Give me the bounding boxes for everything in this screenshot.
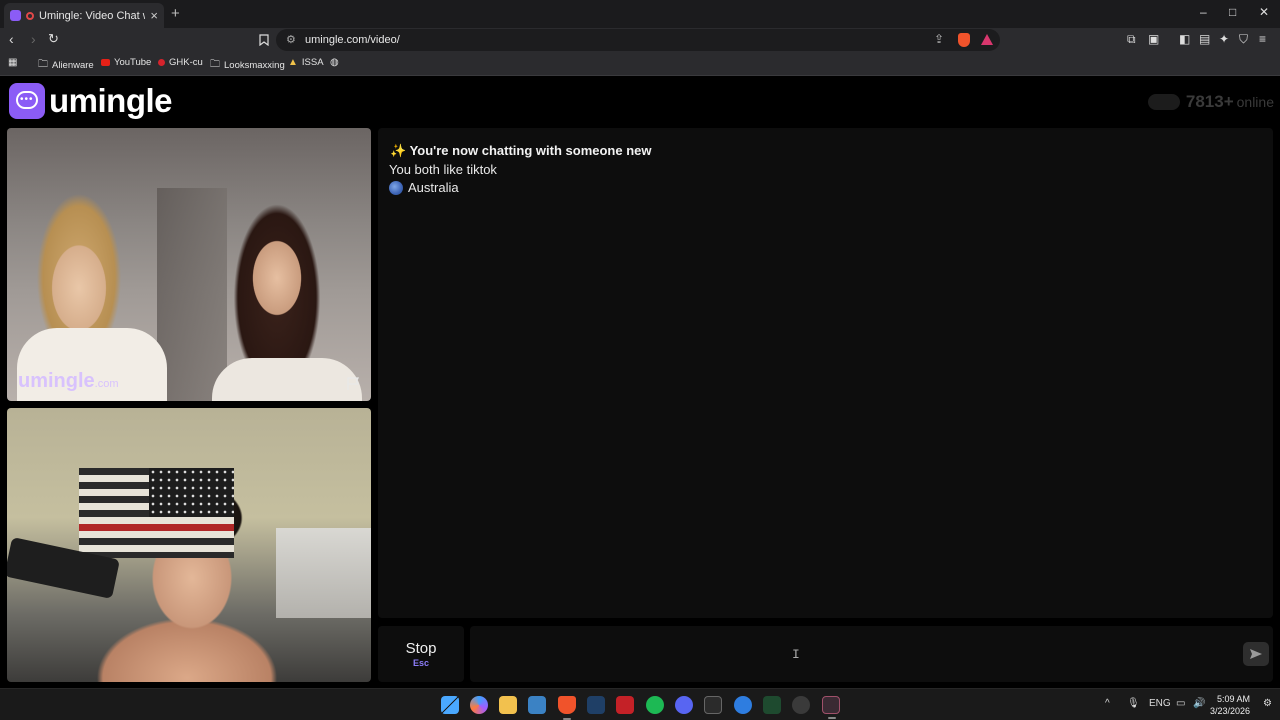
site-logo[interactable]: ••• umingle	[9, 82, 173, 120]
maximize-button[interactable]: □	[1229, 5, 1236, 19]
forward-icon[interactable]: ›	[31, 31, 36, 47]
share-icon[interactable]: ⇪	[934, 32, 944, 46]
new-tab-button[interactable]: +	[171, 5, 180, 22]
browser-tab-bar: Umingle: Video Chat with Str × + – □ ✕	[0, 0, 1280, 28]
steam-icon[interactable]	[587, 696, 605, 714]
url-text[interactable]: umingle.com/video/	[305, 34, 400, 46]
online-count: 7813+	[1185, 92, 1234, 111]
tab-search-icon[interactable]: ▣	[1148, 32, 1159, 46]
epic-games-icon[interactable]	[704, 696, 722, 714]
online-label: online	[1236, 94, 1274, 110]
remote-video: umingle.com	[7, 128, 371, 401]
red-dot-icon	[158, 59, 165, 66]
close-window-button[interactable]: ✕	[1259, 5, 1269, 19]
discord-icon[interactable]	[675, 696, 693, 714]
red-app-icon[interactable]	[616, 696, 634, 714]
blue-app-icon[interactable]	[734, 696, 752, 714]
logo-text: umingle	[49, 82, 173, 119]
start-icon[interactable]	[441, 696, 459, 714]
send-arrow-icon	[1250, 649, 1262, 659]
folder-icon: 🗀	[210, 59, 220, 70]
report-flag-icon[interactable]	[346, 377, 362, 391]
bookmark-label: ISSA	[301, 57, 324, 68]
stop-button[interactable]: Stop Esc	[378, 626, 464, 682]
bookmark-globe[interactable]: ◍	[330, 57, 339, 68]
system-message: ✨ You're now chatting with someone new	[390, 143, 652, 158]
background-flag-image	[79, 468, 234, 558]
obs-icon[interactable]	[792, 696, 810, 714]
message-input[interactable]	[470, 626, 1273, 682]
bookmark-ghk-cu[interactable]: GHK-cu	[158, 57, 203, 68]
bookmark-youtube[interactable]: YouTube	[101, 57, 151, 68]
folder-icon: 🗀	[38, 59, 48, 70]
bookmarks-bar: ▦ 🗀 Alienware YouTube GHK-cu 🗀 Looksmaxxin…	[0, 52, 1280, 76]
bookmark-label: Alienware	[52, 60, 94, 71]
minimize-button[interactable]: –	[1200, 5, 1207, 19]
volume-icon[interactable]: 🔊	[1193, 698, 1205, 709]
bookmark-issa[interactable]: ▲ ISSA	[288, 57, 324, 68]
extensions-icon[interactable]: ⧉	[1127, 32, 1136, 47]
local-video	[7, 408, 371, 682]
vpn-icon[interactable]: ⛉	[1239, 32, 1248, 47]
bookmark-label: Looksmaxxing	[224, 60, 285, 71]
globe-icon	[389, 180, 403, 195]
notification-icon[interactable]: ⚙	[1263, 698, 1272, 709]
tray-overflow-icon[interactable]: ^	[1105, 698, 1110, 709]
file-explorer-icon[interactable]	[499, 696, 517, 714]
reload-icon[interactable]: ↻	[48, 31, 59, 47]
bookmark-label: YouTube	[114, 57, 152, 68]
back-icon[interactable]: ‹	[9, 31, 14, 47]
brave-shields-icon[interactable]	[958, 33, 970, 47]
address-bar[interactable]: ⚙ umingle.com/video/ ⇪	[276, 29, 1000, 51]
bookmark-label: GHK-cu	[169, 57, 203, 68]
video-watermark: umingle.com	[18, 370, 119, 392]
network-icon[interactable]: ▭	[1176, 698, 1185, 709]
apps-grid-icon[interactable]: ▦	[8, 57, 17, 68]
stop-label: Stop	[405, 640, 437, 657]
language-indicator[interactable]: ENG	[1149, 698, 1171, 709]
bookmark-looksmaxxing[interactable]: 🗀 Looksmaxxing	[210, 57, 285, 74]
clock-date: 3/23/2026	[1210, 706, 1251, 716]
common-interest-message: You both like tiktok	[389, 162, 497, 177]
recording-indicator-icon	[26, 11, 34, 20]
youtube-icon	[101, 59, 110, 66]
issa-icon: ▲	[288, 57, 298, 68]
online-counter: 7813+ online	[1147, 92, 1274, 112]
site-info-icon[interactable]: ⚙	[286, 33, 296, 46]
epic-launcher-icon[interactable]	[822, 696, 840, 719]
tab-title: Umingle: Video Chat with Str	[39, 9, 145, 22]
chat-log: ✨ You're now chatting with someone new Y…	[378, 128, 1273, 618]
text-cursor-icon: I	[792, 647, 800, 662]
bookmark-page-icon[interactable]	[259, 34, 269, 46]
online-toggle-icon	[1147, 94, 1180, 110]
send-button[interactable]	[1243, 642, 1269, 666]
chat-bubble-logo-icon: •••	[9, 83, 45, 119]
umingle-page: ••• umingle 7813+ online umingle.com ✨ Y…	[0, 76, 1280, 688]
bookmark-alienware[interactable]: 🗀 Alienware	[38, 57, 94, 74]
brave-browser-icon[interactable]	[558, 696, 576, 720]
tab-close-icon[interactable]: ×	[150, 8, 158, 23]
windows-taskbar: ^ 🎙 ENG ▭ 🔊 5:09 AM 3/23/2026 ⚙	[0, 688, 1280, 720]
microphone-icon[interactable]: 🎙	[1127, 698, 1140, 709]
globe-icon: ◍	[330, 57, 339, 68]
stop-shortcut: Esc	[412, 658, 429, 668]
brave-rewards-icon[interactable]	[981, 34, 993, 45]
clock-time: 5:09 AM	[1217, 694, 1251, 704]
browser-tab[interactable]: Umingle: Video Chat with Str ×	[4, 3, 164, 28]
menu-icon[interactable]: ≡	[1259, 32, 1266, 46]
country-text: Australia	[408, 180, 459, 195]
wallet-icon[interactable]: ▤	[1199, 32, 1210, 46]
spotify-icon[interactable]	[646, 696, 664, 714]
umingle-favicon-icon	[10, 10, 21, 21]
sidebar-icon[interactable]: ◧	[1179, 32, 1190, 46]
store-icon[interactable]	[528, 696, 546, 714]
country-message: Australia	[389, 180, 459, 195]
browser-toolbar: ‹ › ↻ ⚙ umingle.com/video/ ⇪ ⧉ ▣ ◧ ▤ ✦ ⛉…	[0, 28, 1280, 52]
leo-ai-icon[interactable]: ✦	[1219, 32, 1229, 46]
copilot-icon[interactable]	[470, 696, 488, 714]
excel-icon[interactable]	[763, 696, 781, 714]
system-clock[interactable]: 5:09 AM 3/23/2026	[1210, 693, 1250, 717]
